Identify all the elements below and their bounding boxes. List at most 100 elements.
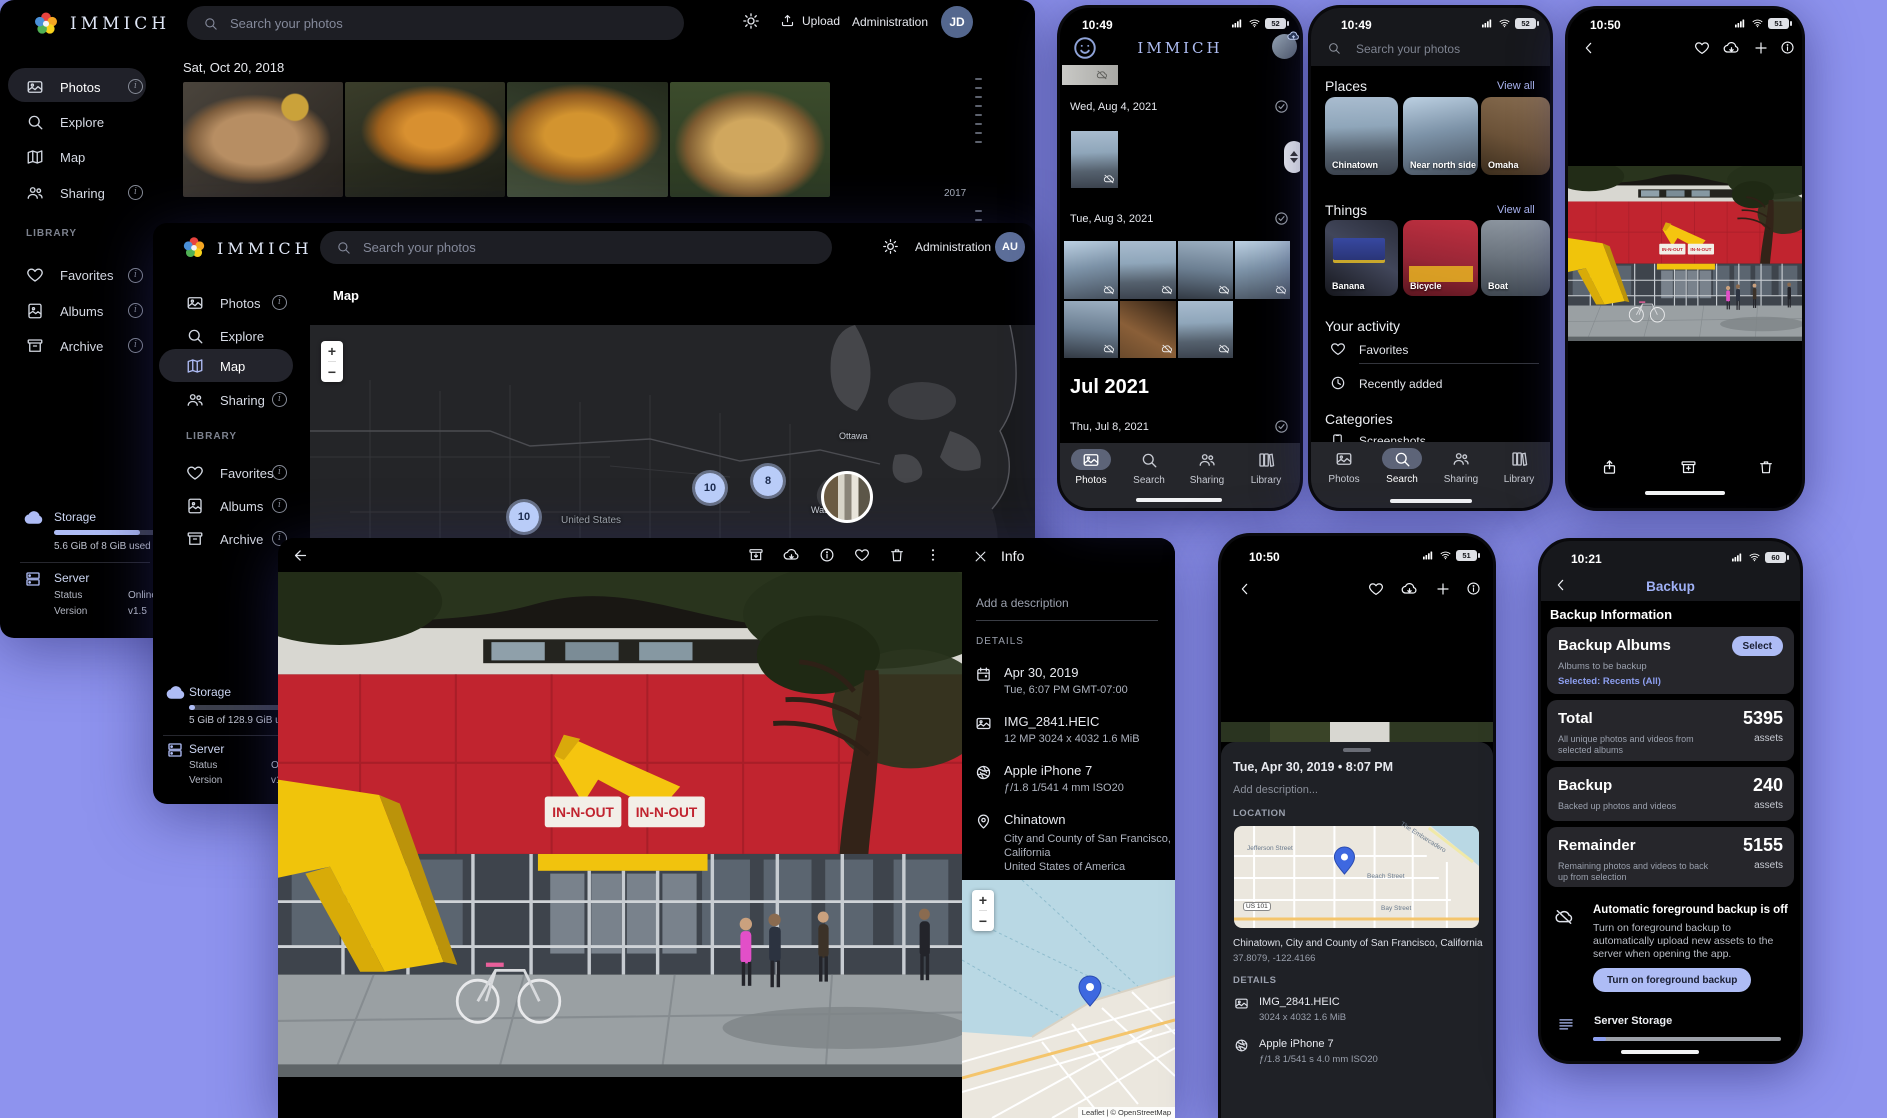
theme-toggle-icon[interactable] xyxy=(742,12,760,30)
upload-cloud-icon[interactable] xyxy=(1723,40,1740,57)
nav-search-icon[interactable] xyxy=(1393,450,1411,468)
place-card[interactable]: Near north side xyxy=(1403,97,1478,175)
description-input[interactable]: Add a description xyxy=(976,596,1069,610)
detail-location-row[interactable]: Chinatown City and County of San Francis… xyxy=(975,812,1171,873)
nav-library-label[interactable]: Library xyxy=(1251,475,1282,486)
photo-thumbnail[interactable] xyxy=(670,82,830,197)
sidebar-item-sharing[interactable]: Sharing xyxy=(26,184,105,202)
search-input[interactable]: Search your photos xyxy=(1356,42,1460,56)
sidebar-item-explore[interactable]: Explore xyxy=(186,327,264,345)
upload-button[interactable]: Upload xyxy=(780,13,840,28)
select-day-check-icon[interactable] xyxy=(1274,99,1289,114)
favorite-icon[interactable] xyxy=(1694,40,1710,56)
info-icon[interactable] xyxy=(819,547,835,563)
nav-sharing-icon[interactable] xyxy=(1452,450,1470,468)
thing-card[interactable]: Banana xyxy=(1325,220,1398,296)
back-chevron-icon[interactable] xyxy=(1237,581,1253,597)
nav-photos-icon[interactable] xyxy=(1082,451,1100,469)
theme-toggle-icon[interactable] xyxy=(882,238,899,255)
photo-viewer-image[interactable]: IN-N-OUT IN-N-OUT xyxy=(278,572,962,1077)
more-options-icon[interactable] xyxy=(925,547,941,563)
zoom-in-button[interactable]: + xyxy=(979,890,987,910)
archive-icon[interactable] xyxy=(1680,459,1697,476)
nav-sharing-icon[interactable] xyxy=(1198,451,1216,469)
sidebar-item-sharing[interactable]: Sharing xyxy=(186,391,265,409)
photo-thumbnail[interactable] xyxy=(1064,241,1118,299)
search-bar[interactable] xyxy=(320,231,832,264)
photo-peek-strip[interactable] xyxy=(1221,722,1493,742)
archive-icon[interactable] xyxy=(748,547,764,563)
back-chevron-icon[interactable] xyxy=(1581,40,1597,56)
nav-photos-icon[interactable] xyxy=(1335,450,1353,468)
close-icon[interactable] xyxy=(973,549,988,564)
sidebar-item-favorites[interactable]: Favorites xyxy=(186,464,273,482)
nav-sharing-label[interactable]: Sharing xyxy=(1444,474,1478,485)
map-zoom-control[interactable]: + − xyxy=(321,341,343,382)
photo-thumbnail[interactable] xyxy=(345,82,505,197)
nav-library-icon[interactable] xyxy=(1257,451,1275,469)
nav-search-icon[interactable] xyxy=(1140,451,1158,469)
zoom-out-button[interactable]: − xyxy=(979,910,987,931)
photo-viewer-image[interactable]: IN-N-OUT IN-N-OUT xyxy=(1568,166,1802,341)
timeline-scrubber[interactable] xyxy=(975,78,982,143)
add-icon[interactable] xyxy=(1753,40,1769,56)
add-icon[interactable] xyxy=(1435,581,1451,597)
photo-thumbnail[interactable] xyxy=(1071,131,1118,188)
places-view-all[interactable]: View all xyxy=(1497,80,1535,92)
favorite-icon[interactable] xyxy=(1368,581,1384,597)
nav-search-label[interactable]: Search xyxy=(1386,474,1418,485)
photo-thumbnail[interactable] xyxy=(1064,301,1118,358)
map-cluster[interactable]: 10 xyxy=(506,499,542,535)
photo-thumbnail[interactable] xyxy=(1120,301,1176,358)
turn-on-backup-button[interactable]: Turn on foreground backup xyxy=(1593,968,1751,992)
delete-icon[interactable] xyxy=(889,547,905,563)
sidebar-item-photos[interactable]: Photos xyxy=(26,78,100,96)
photo-thumbnail[interactable] xyxy=(1178,301,1233,358)
user-avatar[interactable] xyxy=(1272,34,1297,59)
photo-thumbnail[interactable] xyxy=(183,82,343,197)
photo-thumbnail[interactable] xyxy=(1120,241,1176,299)
map-photo-marker[interactable] xyxy=(821,471,873,523)
nav-library-label[interactable]: Library xyxy=(1504,474,1535,485)
sidebar-item-archive[interactable]: Archive xyxy=(26,337,103,355)
scroll-handle[interactable] xyxy=(1284,141,1303,173)
sidebar-item-map[interactable]: Map xyxy=(186,357,245,375)
select-button[interactable]: Select xyxy=(1732,636,1783,656)
zoom-out-button[interactable]: − xyxy=(328,361,336,382)
place-card[interactable]: Omaha xyxy=(1481,97,1550,175)
nav-photos-label[interactable]: Photos xyxy=(1328,474,1359,485)
thing-card[interactable]: Boat xyxy=(1481,220,1550,296)
nav-library-icon[interactable] xyxy=(1510,450,1528,468)
photo-thumbnail[interactable] xyxy=(507,82,668,197)
sidebar-item-photos[interactable]: Photos xyxy=(186,294,260,312)
administration-link[interactable]: Administration xyxy=(852,15,928,29)
things-view-all[interactable]: View all xyxy=(1497,204,1535,216)
search-input[interactable] xyxy=(361,239,816,256)
administration-link[interactable]: Administration xyxy=(915,240,991,254)
sidebar-item-explore[interactable]: Explore xyxy=(26,113,104,131)
recently-added-item[interactable]: Recently added xyxy=(1359,377,1442,391)
thing-card[interactable]: Bicycle xyxy=(1403,220,1478,296)
delete-icon[interactable] xyxy=(1758,459,1774,475)
description-input[interactable]: Add description... xyxy=(1233,784,1318,796)
nav-sharing-label[interactable]: Sharing xyxy=(1190,475,1224,486)
photo-thumbnail[interactable] xyxy=(1178,241,1233,299)
info-icon[interactable] xyxy=(1780,40,1795,55)
sidebar-item-albums[interactable]: Albums xyxy=(26,302,103,320)
avatar[interactable]: AU xyxy=(995,232,1025,262)
sidebar-item-map[interactable]: Map xyxy=(26,148,85,166)
photo-thumbnail[interactable] xyxy=(1062,65,1118,85)
avatar[interactable]: JD xyxy=(941,6,973,38)
search-input[interactable] xyxy=(228,15,668,32)
sidebar-item-favorites[interactable]: Favorites xyxy=(26,266,113,284)
back-icon[interactable] xyxy=(292,547,309,564)
sidebar-item-archive[interactable]: Archive xyxy=(186,530,263,548)
download-icon[interactable] xyxy=(783,547,800,564)
favorite-icon[interactable] xyxy=(854,547,870,563)
select-day-check-icon[interactable] xyxy=(1274,419,1289,434)
select-day-check-icon[interactable] xyxy=(1274,211,1289,226)
map-zoom-control[interactable]: + − xyxy=(972,890,994,931)
share-icon[interactable] xyxy=(1601,459,1618,476)
favorites-item[interactable]: Favorites xyxy=(1359,343,1408,357)
map-attribution[interactable]: Leaflet | © OpenStreetMap xyxy=(1078,1107,1175,1118)
